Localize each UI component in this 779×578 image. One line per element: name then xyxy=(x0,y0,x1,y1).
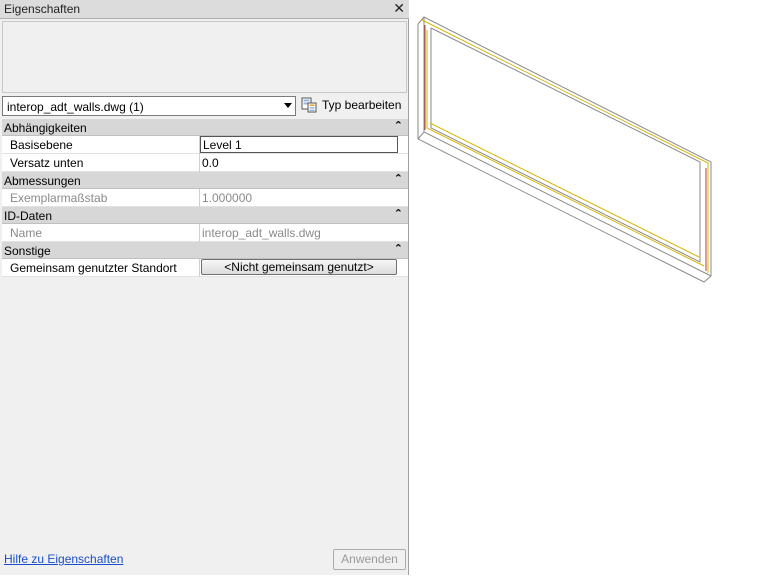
category-header-other[interactable]: Sonstige ⌃ xyxy=(2,242,408,259)
collapse-chevron-icon[interactable]: ⌃ xyxy=(394,242,403,255)
type-selector-dropdown[interactable]: interop_adt_walls.dwg (1) xyxy=(2,96,296,116)
edit-type-label: Typ bearbeiten xyxy=(322,98,402,112)
category-header-dimensions[interactable]: Abmessungen ⌃ xyxy=(2,172,408,189)
property-name: Name xyxy=(10,226,43,240)
base-level-value: Level 1 xyxy=(203,138,242,152)
category-name: Abmessungen xyxy=(4,174,81,188)
edit-type-icon xyxy=(301,97,317,113)
chevron-down-icon[interactable] xyxy=(284,103,292,108)
3d-view-canvas[interactable] xyxy=(410,0,779,575)
palette-titlebar[interactable]: Eigenschaften ✕ xyxy=(0,0,409,19)
property-name: Gemeinsam genutzter Standort xyxy=(10,261,177,275)
column-divider xyxy=(199,154,200,172)
close-icon[interactable]: ✕ xyxy=(393,0,405,17)
apply-button[interactable]: Anwenden xyxy=(333,549,406,570)
base-offset-value[interactable]: 0.0 xyxy=(202,156,219,170)
property-name: Basisebene xyxy=(10,138,73,152)
properties-grid: Abhängigkeiten ⌃ Basisebene Level 1 Vers… xyxy=(2,119,408,277)
column-divider xyxy=(199,189,200,207)
wall-outline-gray xyxy=(417,16,712,283)
collapse-chevron-icon[interactable]: ⌃ xyxy=(394,207,403,220)
property-row-base-level[interactable]: Basisebene Level 1 xyxy=(2,136,408,154)
base-level-field[interactable]: Level 1 xyxy=(200,136,398,153)
category-name: ID-Daten xyxy=(4,209,53,223)
property-row-shared-site[interactable]: Gemeinsam genutzter Standort <Nicht geme… xyxy=(2,259,408,277)
property-row-instance-scale: Exemplarmaßstab 1.000000 xyxy=(2,189,408,207)
category-name: Abhängigkeiten xyxy=(4,121,87,135)
column-divider xyxy=(199,259,200,277)
category-name: Sonstige xyxy=(4,244,51,258)
category-header-identity-data[interactable]: ID-Daten ⌃ xyxy=(2,207,408,224)
wall-model-drawing[interactable] xyxy=(410,0,779,575)
palette-title: Eigenschaften xyxy=(4,2,81,16)
properties-palette: Eigenschaften ✕ interop_adt_walls.dwg (1… xyxy=(0,0,409,575)
wall-opening-outline xyxy=(430,27,701,263)
wall-edge-yellow xyxy=(421,19,709,273)
collapse-chevron-icon[interactable]: ⌃ xyxy=(394,172,403,185)
property-name: Versatz unten xyxy=(10,156,84,170)
type-selector-value: interop_adt_walls.dwg (1) xyxy=(7,100,144,114)
property-row-name: Name interop_adt_walls.dwg xyxy=(2,224,408,242)
property-row-base-offset[interactable]: Versatz unten 0.0 xyxy=(2,154,408,172)
category-header-constraints[interactable]: Abhängigkeiten ⌃ xyxy=(2,119,408,136)
instance-scale-value: 1.000000 xyxy=(202,191,253,205)
type-preview-area xyxy=(2,21,407,93)
shared-site-button[interactable]: <Nicht gemeinsam genutzt> xyxy=(201,259,397,275)
name-value: interop_adt_walls.dwg xyxy=(202,226,321,240)
collapse-chevron-icon[interactable]: ⌃ xyxy=(394,119,403,132)
property-name: Exemplarmaßstab xyxy=(10,191,108,205)
properties-help-link[interactable]: Hilfe zu Eigenschaften xyxy=(4,552,123,566)
column-divider xyxy=(199,224,200,242)
